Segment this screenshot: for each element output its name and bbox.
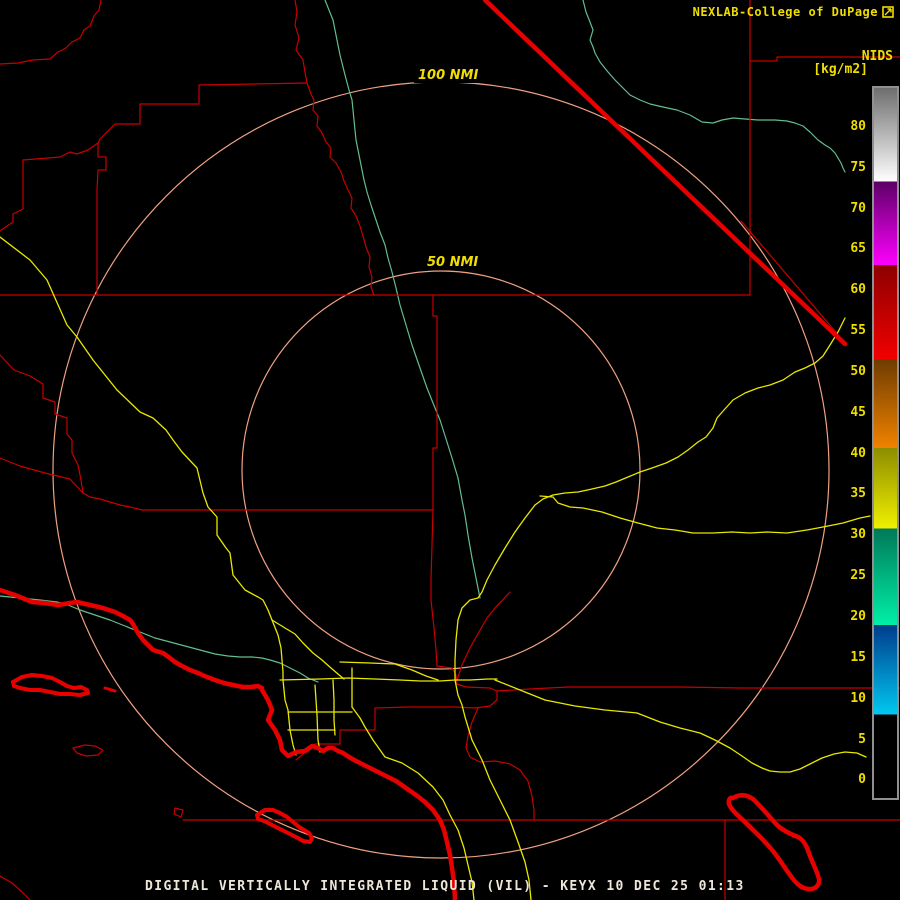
island-outline (729, 795, 819, 889)
units-label: [kg/m2] (813, 63, 868, 77)
island-outline (105, 688, 115, 691)
range-ring-label-50nmi: 50 NMI (423, 256, 482, 270)
colorbar-tick-label: 15 (826, 650, 866, 665)
colorbar-tick-label: 0 (826, 772, 866, 787)
colorbar-tick-label: 55 (826, 323, 866, 338)
colorbar-tick-label: 25 (826, 568, 866, 583)
colorbar-tick-label: 5 (826, 732, 866, 747)
river-lines (0, 0, 845, 682)
colorbar-tick-label: 30 (826, 527, 866, 542)
island-outline (257, 810, 312, 842)
colorbar-tick-label: 65 (826, 241, 866, 256)
colorbar-tick-label: 20 (826, 609, 866, 624)
brand-text[interactable]: NEXLAB-College of DuPage (693, 5, 878, 19)
colorbar-gradient (874, 88, 897, 798)
colorbar-tick-label: 80 (826, 119, 866, 134)
colorbar-tick-label: 45 (826, 405, 866, 420)
range-ring-label-100nmi: 100 NMI (414, 69, 482, 83)
colorbar-tick-label: 40 (826, 446, 866, 461)
island-outline (13, 675, 88, 695)
brand-bar: NEXLAB-College of DuPage (693, 5, 894, 19)
colorbar-tick-label: 75 (826, 160, 866, 175)
colorbar-tick-label: 50 (826, 364, 866, 379)
colorbar-tick-label: 10 (826, 691, 866, 706)
range-ring-100nmi (53, 82, 829, 858)
color-scale-bar (872, 86, 899, 800)
coastline (0, 590, 455, 900)
state-border-line (485, 0, 845, 344)
nexlab-logo-icon[interactable] (882, 6, 894, 18)
product-title: DIGITAL VERTICALLY INTEGRATED LIQUID (VI… (145, 879, 745, 895)
colorbar-tick-label: 70 (826, 201, 866, 216)
colorbar-tick-label: 35 (826, 486, 866, 501)
highway-lines (0, 237, 870, 900)
range-ring-50nmi (242, 271, 640, 669)
state-line-and-coastline (0, 0, 845, 900)
radar-map-image[interactable] (0, 0, 900, 900)
range-rings (53, 82, 829, 858)
colorbar-tick-label: 60 (826, 282, 866, 297)
radar-display: 100 NMI 50 NMI NEXLAB-College of DuPage … (0, 0, 900, 900)
